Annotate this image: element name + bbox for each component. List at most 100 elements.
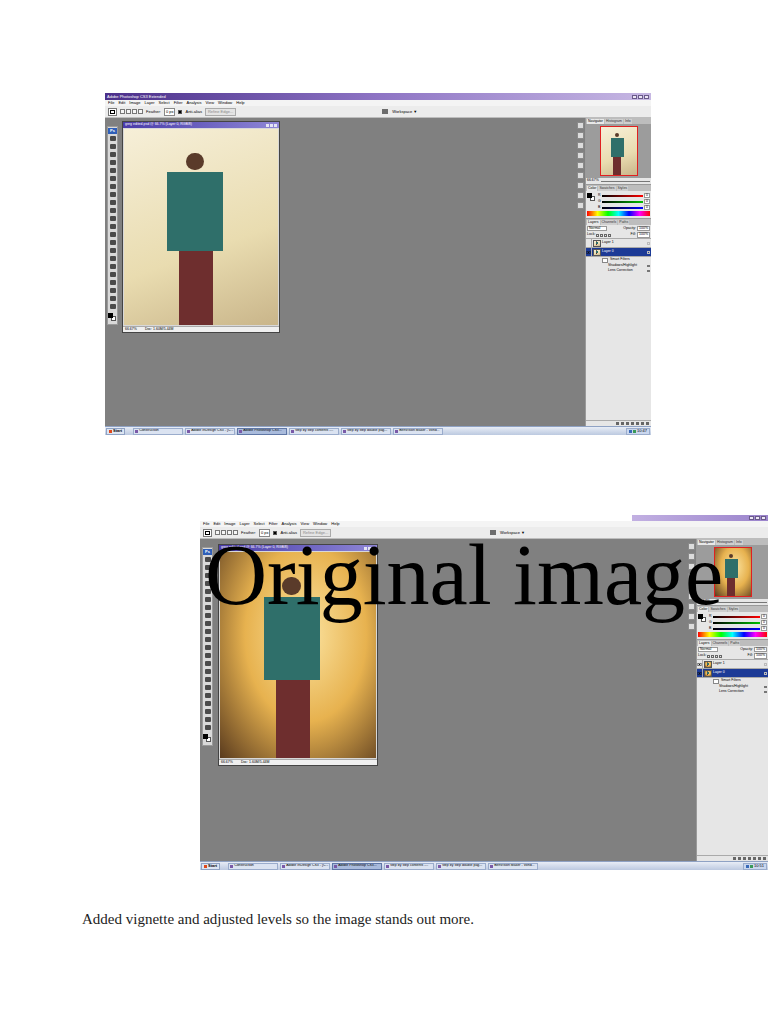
panel-icon[interactable] xyxy=(577,162,584,169)
zoom-level[interactable]: 66.67% xyxy=(125,328,137,332)
tool-icon[interactable] xyxy=(110,296,116,301)
layer-action-icon[interactable] xyxy=(753,857,756,860)
panel-tab[interactable]: Layers xyxy=(587,220,600,225)
view-box[interactable] xyxy=(600,126,638,176)
tool-icon[interactable] xyxy=(110,272,116,277)
tool-icon[interactable] xyxy=(205,725,211,730)
taskbar-button[interactable]: step by step double pag... xyxy=(341,428,391,435)
layer-action-icon[interactable] xyxy=(748,857,751,860)
start-button[interactable]: Start xyxy=(106,428,125,435)
color-spectrum[interactable] xyxy=(698,632,767,637)
menu-item[interactable]: Filter xyxy=(174,101,183,105)
panel-icon[interactable] xyxy=(577,182,584,189)
blend-mode-select[interactable]: Normal xyxy=(587,226,607,232)
color-slider-track[interactable] xyxy=(602,207,643,209)
menu-item[interactable]: Filter xyxy=(269,522,278,526)
panel-icon[interactable] xyxy=(577,122,584,129)
menu-item[interactable]: Select xyxy=(159,101,170,105)
selection-mode-icon[interactable] xyxy=(126,109,131,114)
layer-action-icon[interactable] xyxy=(631,422,634,425)
blend-mode-select[interactable]: Normal xyxy=(698,647,718,653)
layer-action-icon[interactable] xyxy=(646,422,649,425)
fill-input[interactable]: 100% xyxy=(754,653,767,659)
tool-icon[interactable] xyxy=(110,144,116,149)
opacity-input[interactable]: 100% xyxy=(637,226,650,232)
taskbar-button[interactable]: Adobe InDesign CS3 - [C... xyxy=(185,428,235,435)
tool-icon[interactable] xyxy=(205,629,211,634)
tool-icon[interactable] xyxy=(205,709,211,714)
color-slider-track[interactable] xyxy=(713,622,760,624)
menu-item[interactable]: Edit xyxy=(213,522,220,526)
tool-icon[interactable] xyxy=(205,645,211,650)
layer-action-icon[interactable] xyxy=(636,422,639,425)
window-control-icon[interactable] xyxy=(749,516,754,520)
panel-icon[interactable] xyxy=(577,152,584,159)
tool-icon[interactable] xyxy=(205,717,211,722)
lock-icon[interactable] xyxy=(604,234,607,237)
tool-icon[interactable] xyxy=(205,637,211,642)
panel-tab[interactable]: Paths xyxy=(618,220,629,225)
maximize-icon[interactable] xyxy=(270,124,273,127)
panel-tab[interactable]: Layers xyxy=(698,641,711,646)
layer-action-icon[interactable] xyxy=(733,857,736,860)
layer-row[interactable]: Layer 0 xyxy=(697,669,768,678)
panel-tab[interactable]: Channels xyxy=(601,220,618,225)
channel-value[interactable]: 0 xyxy=(761,626,767,632)
color-slider-track[interactable] xyxy=(602,201,643,203)
visibility-toggle[interactable] xyxy=(586,239,592,247)
foreground-color-icon[interactable] xyxy=(108,313,113,318)
tool-icon[interactable] xyxy=(110,192,116,197)
window-control-icon[interactable] xyxy=(632,95,637,99)
tool-icon[interactable] xyxy=(110,152,116,157)
refine-edge-button[interactable]: Refine Edge... xyxy=(205,108,236,116)
tool-icon[interactable] xyxy=(205,677,211,682)
tool-icon[interactable] xyxy=(205,685,211,690)
menu-item[interactable]: Window xyxy=(218,101,232,105)
menu-item[interactable]: Analysis xyxy=(282,522,297,526)
visibility-toggle[interactable] xyxy=(697,669,703,677)
menu-item[interactable]: Select xyxy=(254,522,265,526)
minimize-icon[interactable] xyxy=(266,124,269,127)
lock-icon[interactable] xyxy=(608,234,611,237)
tool-icon[interactable] xyxy=(110,160,116,165)
lock-icon[interactable] xyxy=(719,655,722,658)
menu-item[interactable]: Edit xyxy=(118,101,125,105)
filter-options-icon[interactable] xyxy=(647,265,650,267)
document-window[interactable]: greg edited.psd @ 66.7% (Layer 0, RGB/8)… xyxy=(122,121,280,333)
layer-action-icon[interactable] xyxy=(743,857,746,860)
layer-action-icon[interactable] xyxy=(616,422,619,425)
tool-icon[interactable] xyxy=(205,661,211,666)
layer-row[interactable]: Layer 0 xyxy=(586,248,651,257)
tool-icon[interactable] xyxy=(205,693,211,698)
menu-item[interactable]: Layer xyxy=(144,101,154,105)
tool-icon[interactable] xyxy=(110,184,116,189)
window-control-icon[interactable] xyxy=(638,95,643,99)
tool-icon[interactable] xyxy=(110,256,116,261)
tool-icon[interactable] xyxy=(205,669,211,674)
panel-icon[interactable] xyxy=(577,192,584,199)
channel-value[interactable]: 0 xyxy=(761,614,767,620)
photoshop-logo[interactable]: Ps xyxy=(108,128,117,134)
opacity-input[interactable]: 100% xyxy=(754,647,767,653)
tool-icon[interactable] xyxy=(110,264,116,269)
tool-icon[interactable] xyxy=(110,304,116,309)
taskbar-button[interactable]: Construction xyxy=(228,863,278,870)
tool-icon[interactable] xyxy=(205,621,211,626)
color-spectrum[interactable] xyxy=(587,211,650,216)
fill-input[interactable]: 100% xyxy=(637,232,650,238)
window-control-icon[interactable] xyxy=(644,95,649,99)
menu-item[interactable]: Window xyxy=(313,522,327,526)
panel-tab[interactable]: Channels xyxy=(712,641,729,646)
channel-value[interactable]: 0 xyxy=(644,205,650,211)
channel-value[interactable]: 0 xyxy=(761,620,767,626)
tool-icon[interactable] xyxy=(110,280,116,285)
layer-action-icon[interactable] xyxy=(641,422,644,425)
tool-icon[interactable] xyxy=(205,653,211,658)
layer-action-icon[interactable] xyxy=(758,857,761,860)
menu-item[interactable]: Help xyxy=(331,522,339,526)
channel-value[interactable]: 0 xyxy=(644,199,650,205)
navigator-zoom[interactable]: 66.67% xyxy=(587,179,599,183)
layer-action-icon[interactable] xyxy=(626,422,629,425)
tool-icon[interactable] xyxy=(110,168,116,173)
tool-icon[interactable] xyxy=(110,248,116,253)
